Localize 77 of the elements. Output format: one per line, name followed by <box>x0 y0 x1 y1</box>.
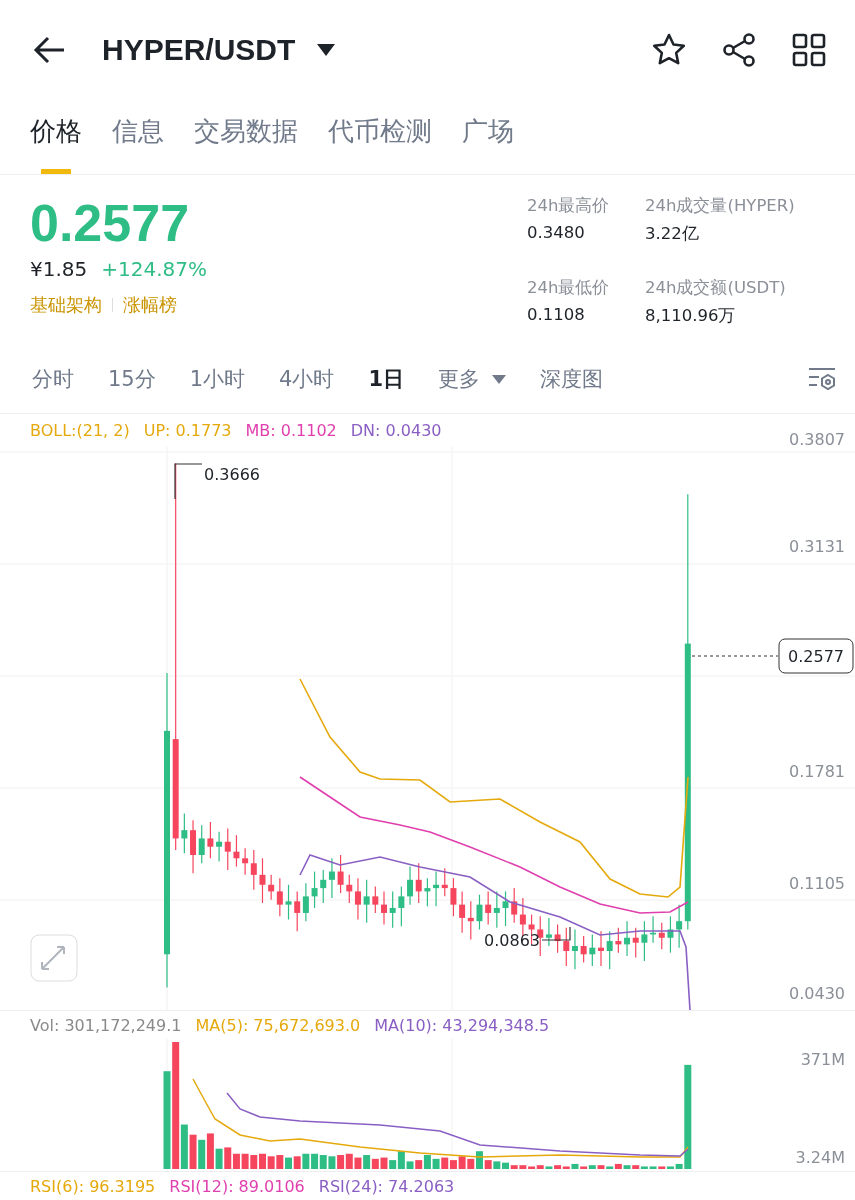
candle <box>554 923 561 954</box>
candle <box>389 890 396 929</box>
category-tag[interactable]: 涨幅榜 <box>123 293 177 317</box>
interval-tab[interactable]: 深度图 <box>540 365 604 393</box>
pair-title: HYPER/USDT <box>102 33 296 67</box>
indicator-value: RSI(24): 74.2063 <box>318 1176 455 1196</box>
candle <box>311 870 318 909</box>
candle <box>450 877 457 917</box>
interval-tab[interactable]: 4小时 <box>279 365 335 393</box>
interval-tab[interactable]: 分时 <box>32 365 74 393</box>
tab[interactable]: 代币检测 <box>328 100 432 174</box>
indicator-value: MA(5): 75,672,693.0 <box>195 1015 361 1035</box>
fiat-price: ¥1.85 <box>30 257 88 281</box>
tab[interactable]: 价格 <box>30 100 82 174</box>
candle <box>233 834 240 868</box>
indicator-value: BOLL:(21, 2) <box>30 421 130 440</box>
axis-label: 0.3131 <box>789 537 845 556</box>
axis-label: 0.1781 <box>789 762 845 781</box>
low-price-label: 0.0863 <box>484 931 540 950</box>
interval-tab[interactable]: 1日 <box>368 365 405 393</box>
stat-label: 24h最高价 <box>527 195 611 217</box>
high-price-label: 0.3666 <box>204 465 260 484</box>
dropdown-caret-icon[interactable] <box>317 44 336 56</box>
indicator-value: MB: 0.1102 <box>245 421 337 440</box>
axis-label: 0.3807 <box>789 429 845 449</box>
stat-value: 3.22亿 <box>645 223 700 245</box>
stat-label: 24h成交额(USDT) <box>645 277 787 299</box>
candle <box>381 890 387 926</box>
indicator-value: RSI(12): 89.0106 <box>169 1176 305 1196</box>
dropdown-caret-icon <box>492 374 507 384</box>
indicator-value: UP: 0.1773 <box>143 421 232 440</box>
candle <box>598 930 604 967</box>
chart-settings-icon[interactable] <box>807 365 837 393</box>
axis-label: 3.24M <box>795 1148 845 1167</box>
interval-tab[interactable]: 更多 <box>438 365 507 393</box>
candle <box>398 885 405 927</box>
candle <box>337 854 344 894</box>
candle <box>372 885 379 914</box>
candle <box>606 930 613 970</box>
stat-value: 0.1108 <box>527 305 586 324</box>
candle <box>476 894 483 931</box>
stat-value: 0.3480 <box>527 223 586 242</box>
tab[interactable]: 交易数据 <box>194 100 298 174</box>
stat-value: 8,110.96万 <box>645 305 737 327</box>
axis-label: 0.1105 <box>789 874 845 893</box>
stat-label: 24h最低价 <box>527 277 611 299</box>
candle <box>667 915 674 954</box>
candle <box>424 877 431 907</box>
candle <box>259 857 266 904</box>
category-tag[interactable]: 基础架构 <box>30 293 102 317</box>
indicator-value: Vol: 301,172,249.1 <box>30 1015 182 1035</box>
indicator-value: MA(10): 43,294,348.5 <box>374 1015 550 1035</box>
stat-label: 24h成交量(HYPER) <box>645 195 796 217</box>
candle <box>580 935 587 964</box>
indicator-value: DN: 0.0430 <box>350 421 442 440</box>
tab[interactable]: 广场 <box>462 100 514 174</box>
candle <box>181 813 188 854</box>
candle <box>363 879 370 924</box>
candle <box>615 927 622 954</box>
interval-tab[interactable]: 1小时 <box>189 365 246 393</box>
candle <box>502 890 509 927</box>
axis-label: 0.0430 <box>789 984 845 1003</box>
candle <box>589 933 596 967</box>
indicator-value: RSI(6): 96.3195 <box>30 1176 156 1196</box>
axis-label: 371M <box>800 1050 845 1069</box>
candle <box>641 920 648 962</box>
last-price: 0.2577 <box>30 193 191 253</box>
leader-line <box>174 463 203 500</box>
leader-line <box>541 926 571 941</box>
price-change: +124.87% <box>101 257 207 281</box>
tab[interactable]: 信息 <box>112 100 164 174</box>
grid-menu-icon[interactable] <box>791 32 827 68</box>
candle <box>285 884 292 921</box>
interval-tab[interactable]: 15分 <box>108 365 156 393</box>
share-icon[interactable] <box>721 32 757 68</box>
candle <box>207 821 214 859</box>
last-price-tag: 0.2577 <box>778 638 854 674</box>
